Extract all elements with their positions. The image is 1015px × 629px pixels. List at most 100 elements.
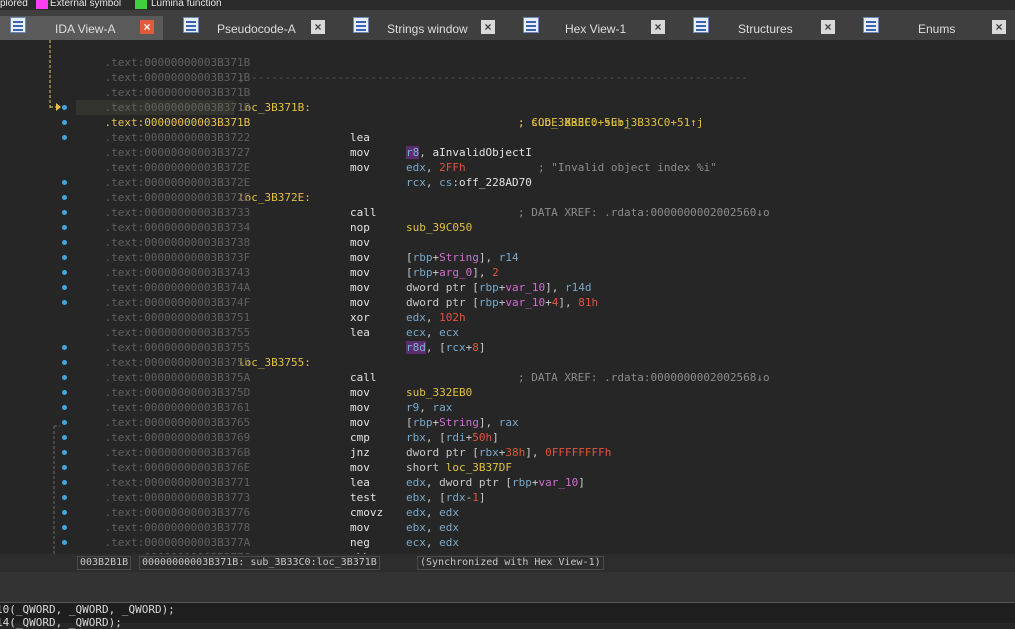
disasm-line[interactable]: .text:00000000003B372E loc_3B372E: ; DAT… (78, 160, 770, 219)
disasm-line[interactable]: .text:00000000003B371B ; sub_3B33C0+5E↑j (78, 85, 631, 129)
mnemonic: mov (350, 401, 370, 414)
operands[interactable]: r8, aInvalidObjectI (406, 145, 532, 160)
code-dot-icon[interactable] (62, 495, 67, 500)
disasm-line[interactable]: .text:00000000003B374F xor ecx, ecx (78, 280, 460, 339)
operands[interactable]: ebx, edx (406, 520, 459, 535)
operands[interactable]: dword ptr [rbp+var_10], r14d (406, 280, 591, 295)
disasm-line[interactable]: .text:00000000003B375D mov [rbp+String],… (78, 370, 519, 429)
disasm-line[interactable]: .text:00000000003B377C lea ecx, [rax+10h… (78, 535, 499, 594)
operands[interactable]: sub_332EB0 (406, 385, 472, 400)
operands[interactable]: rbx, [rdi+50h] (406, 430, 499, 445)
operands[interactable]: r8d, [rcx+8] (406, 340, 486, 355)
disasm-line[interactable]: .text:00000000003B3734 mov [rbp+String],… (78, 205, 519, 264)
operands[interactable]: edx, 2FFh (406, 160, 466, 175)
code-dot-icon[interactable] (62, 405, 67, 410)
output-panel[interactable]: 10(_QWORD, _QWORD, _QWORD); 14(_QWORD, _… (0, 602, 1015, 629)
disasm-line[interactable]: .text:00000000003B3727 mov rcx, cs:off_2… (78, 130, 532, 189)
operands[interactable]: dword ptr [rbx+38h], 0FFFFFFFFh (406, 445, 611, 460)
code-dot-icon[interactable] (62, 420, 67, 425)
operands[interactable]: short loc_3B37DF (406, 460, 512, 475)
operands[interactable]: r9, rax (406, 400, 452, 415)
xref-comment[interactable]: ; DATA XREF: .rdata:0000000002002560↓o (518, 205, 770, 220)
disasm-line[interactable]: .text:00000000003B3769 jnz short loc_3B3… (78, 415, 512, 474)
disasm-line[interactable]: .text:00000000003B372E call sub_39C050 (78, 175, 473, 234)
disasm-line[interactable]: .text:00000000003B3761 mov rbx, [rdi+50h… (78, 385, 499, 444)
operands[interactable]: dword ptr [rbp+var_10+4], 81h (406, 295, 598, 310)
xref-comment[interactable]: ; sub_3B33C0+5E↑j (518, 115, 631, 130)
operands[interactable]: ecx, edx (406, 535, 459, 550)
disasm-line[interactable]: .text:00000000003B3722 mov edx, 2FFh (78, 115, 466, 174)
operands[interactable]: edx, 102h (406, 310, 466, 325)
code-dot-icon[interactable] (62, 120, 67, 125)
disasm-line[interactable]: .text:00000000003B374A mov edx, 102h (78, 265, 466, 324)
close-icon[interactable]: × (821, 20, 835, 34)
disasm-line[interactable]: .text:00000000003B376B mov edx, dword pt… (78, 430, 585, 489)
close-icon[interactable]: × (651, 20, 665, 34)
code-dot-icon[interactable] (62, 105, 67, 110)
tab-ida-view-a[interactable]: IDA View-A × (0, 16, 163, 40)
disasm-line[interactable]: .text:00000000003B3771 test edx, edx (78, 460, 460, 519)
operands[interactable]: edx, edx (406, 505, 459, 520)
code-dot-icon[interactable] (62, 540, 67, 545)
disasm-line[interactable]: .text:00000000003B371B ; ---------------… (78, 40, 748, 84)
code-dot-icon[interactable] (62, 450, 67, 455)
disasm-line[interactable]: .text:00000000003B371B loc_3B371B: ; COD… (78, 70, 704, 129)
code-dot-icon[interactable] (62, 225, 67, 230)
disasm-line[interactable]: .text:00000000003B3738 mov [rbp+arg_0], … (78, 220, 499, 279)
disasm-line[interactable]: .text:00000000003B376E lea ebx, [rdx-1] (78, 445, 486, 504)
close-icon[interactable]: × (140, 20, 154, 34)
code-dot-icon[interactable] (62, 435, 67, 440)
disasm-line[interactable]: .text:00000000003B3743 mov dword ptr [rb… (78, 250, 599, 309)
disasm-line[interactable]: .text:00000000003B371B (78, 55, 251, 84)
close-icon[interactable]: × (311, 20, 325, 34)
close-icon[interactable]: × (992, 20, 1006, 34)
disasm-line[interactable]: .text:00000000003B372E (78, 145, 251, 174)
tab-enums[interactable]: Enums × (853, 16, 1015, 40)
disasm-line[interactable]: .text:00000000003B3773 cmovz ebx, edx (78, 475, 460, 534)
operands[interactable]: sub_39C050 (406, 220, 472, 235)
code-dot-icon[interactable] (62, 465, 67, 470)
disasm-line[interactable]: .text:00000000003B377A sbb eax, eax (78, 520, 460, 579)
code-dot-icon[interactable] (62, 525, 67, 530)
operands[interactable]: ebx, [rdx-1] (406, 490, 486, 505)
xref-comment[interactable]: ; DATA XREF: .rdata:0000000002002568↓o (518, 370, 770, 385)
disasm-line[interactable]: .text:00000000003B3776 mov ecx, edx (78, 490, 460, 549)
operands[interactable]: rcx, cs:off_228AD70 (406, 175, 532, 190)
code-dot-icon[interactable] (62, 255, 67, 260)
disasm-line[interactable]: .text:00000000003B375A mov r9, rax (78, 355, 453, 414)
disasm-line-current[interactable]: .text:00000000003B371B lea r8, aInvalidO… (78, 100, 717, 174)
code-dot-icon[interactable] (62, 285, 67, 290)
code-dot-icon[interactable] (62, 240, 67, 245)
tab-pseudocode-a[interactable]: Pseudocode-A × (173, 16, 333, 40)
disasm-line[interactable]: .text:00000000003B3755 (78, 310, 251, 339)
operands[interactable]: [rbp+arg_0], 2 (406, 265, 499, 280)
tab-strings-window[interactable]: Strings window × (343, 16, 503, 40)
operands[interactable]: [rbp+String], rax (406, 415, 519, 430)
code-dot-icon[interactable] (62, 300, 67, 305)
tab-structures[interactable]: Structures × (683, 16, 843, 40)
operands[interactable]: [rbp+String], r14 (406, 250, 519, 265)
code-dot-icon[interactable] (62, 270, 67, 275)
code-dot-icon[interactable] (62, 195, 67, 200)
code-dot-icon[interactable] (62, 510, 67, 515)
close-icon[interactable]: × (481, 20, 495, 34)
code-dot-icon[interactable] (62, 345, 67, 350)
code-dot-icon[interactable] (62, 390, 67, 395)
disassembly-view[interactable]: .text:00000000003B371B ; ---------------… (0, 40, 1015, 594)
disasm-line[interactable]: .text:00000000003B3733 nop (78, 190, 370, 234)
code-dot-icon[interactable] (62, 135, 67, 140)
tab-hex-view-1[interactable]: Hex View-1 × (513, 16, 673, 40)
code-dot-icon[interactable] (62, 375, 67, 380)
disasm-line[interactable]: .text:00000000003B3765 cmp dword ptr [rb… (78, 400, 612, 459)
code-dot-icon[interactable] (62, 480, 67, 485)
code-dot-icon[interactable] (62, 360, 67, 365)
operands[interactable]: ecx, ecx (406, 325, 459, 340)
code-dot-icon[interactable] (62, 210, 67, 215)
disasm-line[interactable]: .text:00000000003B3755 loc_3B3755: ; DAT… (78, 325, 770, 384)
disasm-line[interactable]: .text:00000000003B3778 neg ecx (78, 505, 426, 564)
operands[interactable]: edx, dword ptr [rbp+var_10] (406, 475, 585, 490)
disasm-line[interactable]: .text:00000000003B373F mov dword ptr [rb… (78, 235, 592, 294)
disasm-line[interactable]: .text:00000000003B3751 lea r8d, [rcx+8] (78, 295, 486, 354)
disasm-line[interactable]: .text:00000000003B3755 call sub_332EB0 (78, 340, 473, 399)
code-dot-icon[interactable] (62, 180, 67, 185)
